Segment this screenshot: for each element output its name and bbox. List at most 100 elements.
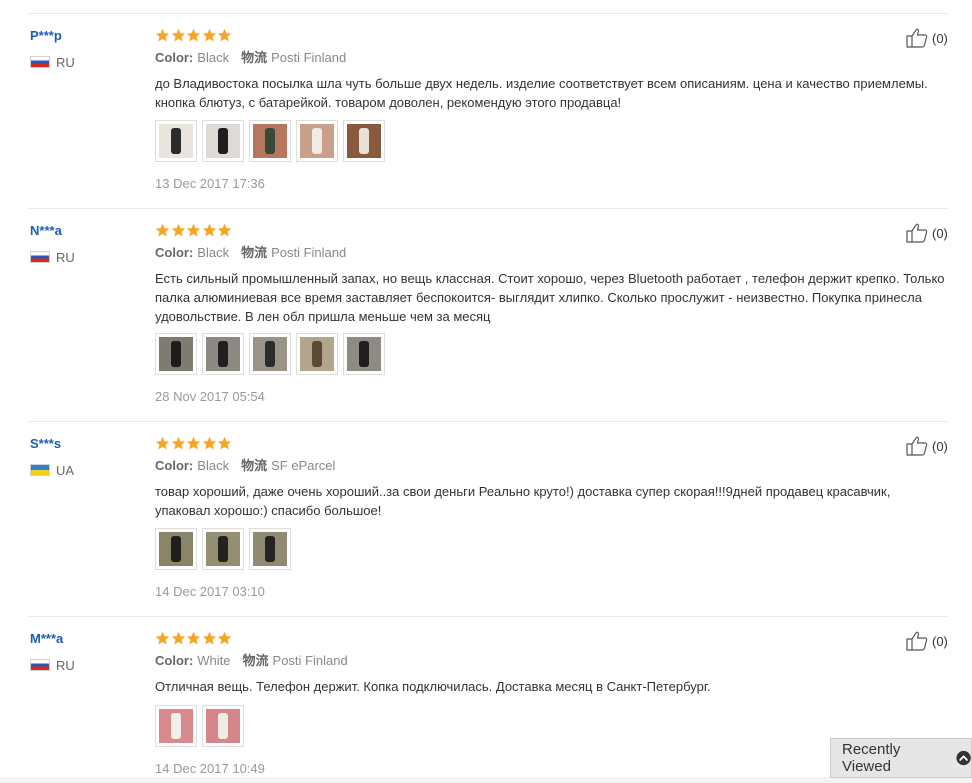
- star-icon: [186, 631, 201, 645]
- helpful-button[interactable]: (0): [906, 631, 948, 651]
- star-rating: [155, 631, 233, 647]
- star-icon: [202, 223, 216, 237]
- star-icon: [202, 631, 216, 645]
- review-text: Отличная вещь. Телефон держит. Копка под…: [155, 679, 711, 694]
- review-photo-thumbnail[interactable]: [249, 528, 291, 570]
- helpful-count: (0): [932, 225, 948, 241]
- helpful-button[interactable]: (0): [906, 436, 948, 456]
- review-date: 14 Dec 2017 10:49: [155, 761, 265, 776]
- reviewer-country: RU: [30, 54, 75, 70]
- review-meta: Color: Black 物流 Posti Finland: [155, 50, 346, 66]
- review-photos: [155, 120, 390, 162]
- helpful-count: (0): [932, 438, 948, 454]
- review-date: 28 Nov 2017 05:54: [155, 389, 265, 404]
- review-photo-thumbnail[interactable]: [155, 333, 197, 375]
- review-photo-thumbnail[interactable]: [296, 120, 338, 162]
- star-icon: [186, 436, 201, 450]
- review-photo-thumbnail[interactable]: [155, 120, 197, 162]
- reviewer-country: RU: [30, 657, 75, 673]
- star-icon: [217, 28, 232, 42]
- star-icon: [217, 436, 232, 450]
- star-icon: [155, 631, 170, 645]
- helpful-button[interactable]: (0): [906, 28, 948, 48]
- chevron-up-circle-icon[interactable]: [956, 750, 971, 766]
- star-icon: [155, 223, 170, 237]
- star-icon: [171, 223, 185, 237]
- star-rating: [155, 436, 233, 452]
- star-icon: [171, 631, 185, 645]
- color-label: Color:: [155, 458, 194, 473]
- thumbs-up-icon[interactable]: [906, 28, 930, 48]
- reviewer-name[interactable]: P***p: [30, 28, 62, 44]
- review-date: 14 Dec 2017 03:10: [155, 584, 265, 599]
- color-label: Color:: [155, 245, 194, 260]
- review-text: до Владивостока посылка шла чуть больше …: [155, 76, 928, 110]
- shipping-value: SF eParcel: [271, 458, 336, 473]
- review-photo-thumbnail[interactable]: [202, 120, 244, 162]
- color-value: Black: [197, 50, 230, 65]
- star-icon: [171, 28, 185, 42]
- review-photo-thumbnail[interactable]: [202, 705, 244, 747]
- thumbs-up-icon[interactable]: [906, 436, 930, 456]
- shipping-value: Posti Finland: [271, 245, 347, 260]
- review-meta: Color: Black 物流 Posti Finland: [155, 245, 346, 261]
- star-icon: [202, 436, 216, 450]
- flag-ru-icon: [30, 251, 50, 263]
- color-value: Black: [197, 458, 230, 473]
- review-photo-thumbnail[interactable]: [296, 333, 338, 375]
- page-bottom-bar: [0, 777, 972, 783]
- country-code: RU: [56, 249, 75, 265]
- helpful-count: (0): [932, 30, 948, 46]
- review-photo-thumbnail[interactable]: [249, 120, 291, 162]
- star-icon: [217, 223, 232, 237]
- shipping-label: 物流: [241, 50, 268, 65]
- flag-ru-icon: [30, 659, 50, 671]
- helpful-button[interactable]: (0): [906, 223, 948, 243]
- review-text: товар хороший, даже очень хороший..за св…: [155, 484, 891, 518]
- shipping-label: 物流: [242, 653, 269, 668]
- reviewer-name[interactable]: S***s: [30, 436, 61, 452]
- flag-ru-icon: [30, 56, 50, 68]
- country-code: RU: [56, 657, 75, 673]
- star-icon: [186, 28, 201, 42]
- star-rating: [155, 223, 233, 239]
- review-photo-thumbnail[interactable]: [202, 333, 244, 375]
- star-icon: [155, 436, 170, 450]
- recently-viewed-label: Recently Viewed: [842, 741, 901, 775]
- color-value: White: [197, 653, 231, 668]
- review-photo-thumbnail[interactable]: [249, 333, 291, 375]
- helpful-count: (0): [932, 633, 948, 649]
- star-icon: [186, 223, 201, 237]
- review-photo-thumbnail[interactable]: [343, 120, 385, 162]
- star-rating: [155, 28, 233, 44]
- review-date: 13 Dec 2017 17:36: [155, 176, 265, 191]
- reviewer-country: UA: [30, 462, 74, 478]
- recently-viewed-button[interactable]: Recently Viewed: [830, 738, 972, 778]
- shipping-value: Posti Finland: [271, 50, 347, 65]
- review-photos: [155, 705, 249, 747]
- star-icon: [171, 436, 185, 450]
- review-meta: Color: Black 物流 SF eParcel: [155, 458, 335, 474]
- review-text: Есть сильный промышленный запах, но вещь…: [155, 271, 945, 324]
- reviewer-name[interactable]: N***a: [30, 223, 62, 239]
- star-icon: [217, 631, 232, 645]
- thumbs-up-icon[interactable]: [906, 223, 930, 243]
- review-photos: [155, 528, 296, 570]
- country-code: UA: [56, 462, 75, 478]
- star-icon: [155, 28, 170, 42]
- review-meta: Color: White 物流 Posti Finland: [155, 653, 348, 669]
- review-photo-thumbnail[interactable]: [202, 528, 244, 570]
- color-label: Color:: [155, 50, 194, 65]
- reviewer-name[interactable]: M***a: [30, 631, 63, 647]
- review-photo-thumbnail[interactable]: [343, 333, 385, 375]
- shipping-value: Posti Finland: [272, 653, 348, 668]
- color-value: Black: [197, 245, 230, 260]
- review-photo-thumbnail[interactable]: [155, 705, 197, 747]
- thumbs-up-icon[interactable]: [906, 631, 930, 651]
- top-divider: [28, 13, 948, 14]
- reviewer-country: RU: [30, 249, 75, 265]
- review-photo-thumbnail[interactable]: [155, 528, 197, 570]
- color-label: Color:: [155, 653, 194, 668]
- star-icon: [202, 28, 216, 42]
- review-photos: [155, 333, 390, 375]
